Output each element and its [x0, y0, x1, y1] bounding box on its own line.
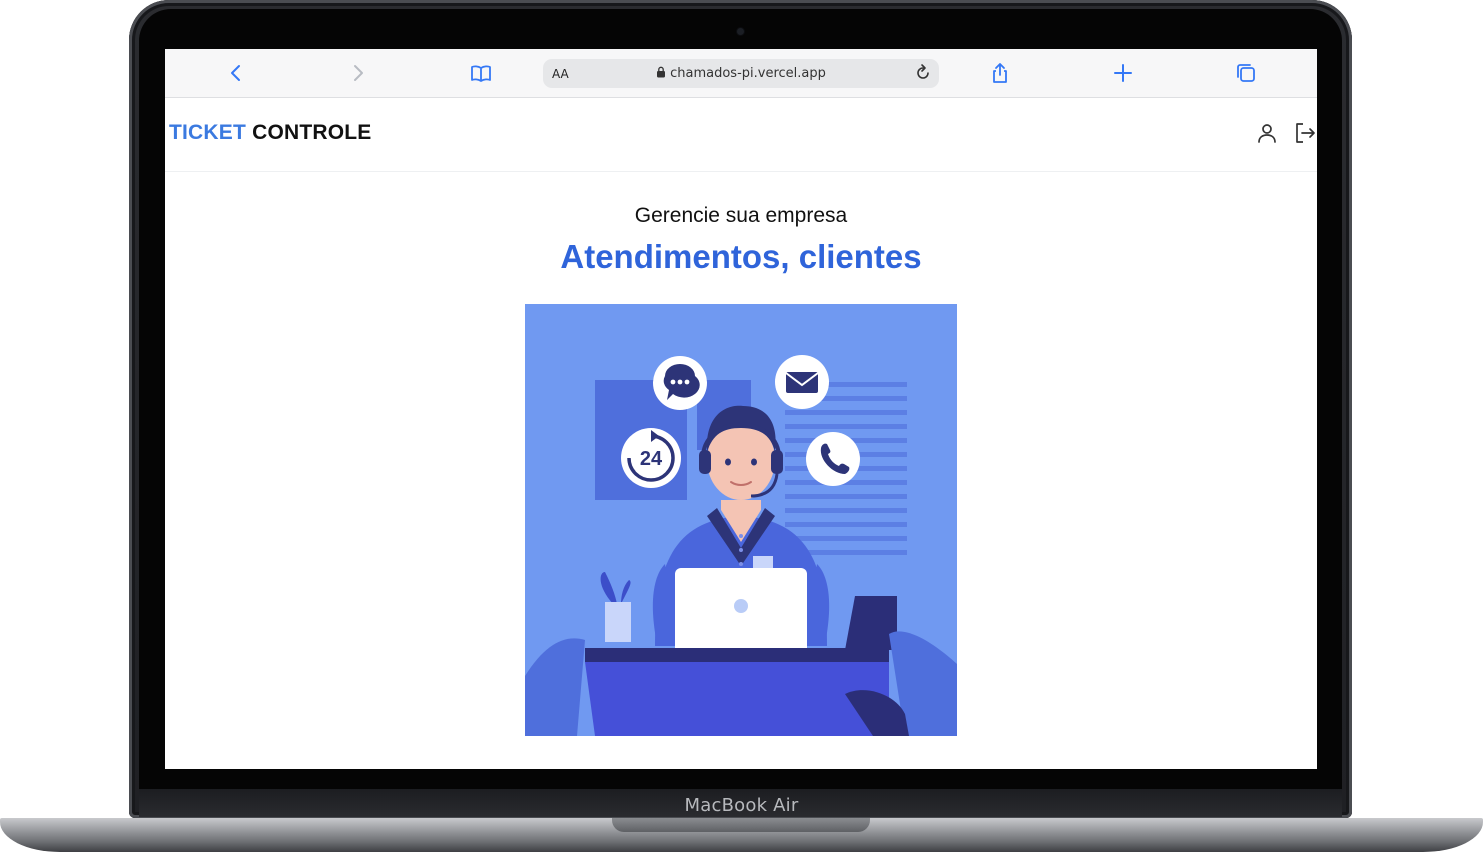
- hero-subtitle: Gerencie sua empresa: [634, 204, 848, 227]
- bookmarks-book-icon[interactable]: [469, 61, 493, 85]
- device-model-label: MacBook Air: [684, 795, 799, 816]
- url-field[interactable]: chamados-pi.vercel.app: [543, 66, 939, 82]
- laptop-opening-notch: [612, 818, 870, 832]
- logo-ticket: TICKET: [169, 121, 247, 144]
- phone-icon: [806, 432, 860, 486]
- logo-controle: CONTROLE: [252, 121, 372, 144]
- share-icon[interactable]: [988, 61, 1012, 85]
- support-agent-svg: 24: [525, 304, 957, 736]
- lock-icon: [656, 66, 666, 82]
- browser-toolbar: AA chamados-pi.vercel.app: [165, 49, 1317, 98]
- hero-headline: Atendimentos, clientes: [560, 238, 922, 275]
- user-icon[interactable]: [1255, 121, 1279, 145]
- logout-icon[interactable]: [1293, 121, 1317, 145]
- browser-screen: AA chamados-pi.vercel.app TICKET CONTROL…: [165, 49, 1317, 769]
- mail-icon: [775, 355, 829, 409]
- new-tab-plus-icon[interactable]: [1111, 61, 1135, 85]
- address-bar[interactable]: AA chamados-pi.vercel.app: [543, 59, 939, 88]
- tabs-overview-icon[interactable]: [1234, 61, 1258, 85]
- back-chevron-icon[interactable]: [224, 61, 248, 85]
- customer-support-illustration: 24: [525, 304, 957, 736]
- 24h-clock-icon: 24: [621, 428, 681, 488]
- chat-bubble-icon: [653, 356, 707, 410]
- app-header: TICKET CONTROLE: [165, 98, 1317, 172]
- illustration-24-label: 24: [640, 448, 663, 470]
- app-logo[interactable]: TICKET CONTROLE: [169, 121, 372, 145]
- camera-icon: [737, 28, 744, 35]
- url-text: chamados-pi.vercel.app: [670, 66, 826, 81]
- reload-icon[interactable]: [913, 63, 933, 83]
- forward-chevron-icon[interactable]: [346, 61, 370, 85]
